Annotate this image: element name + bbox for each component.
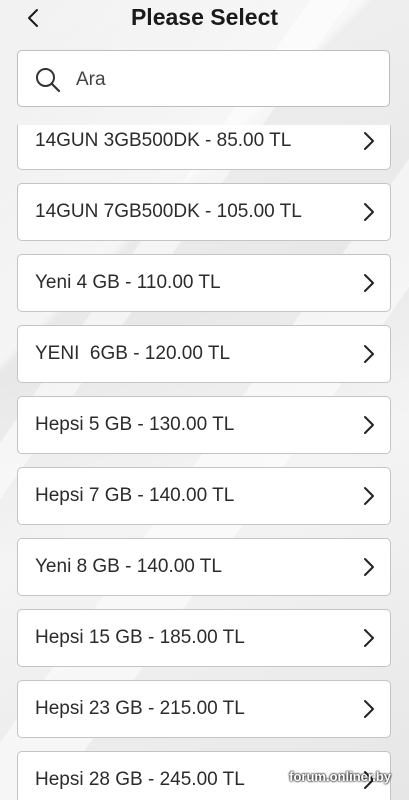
search-input[interactable] <box>74 59 378 101</box>
chevron-right-icon <box>364 558 374 576</box>
list-item[interactable]: Yeni 4 GB - 110.00 TL <box>17 254 391 312</box>
chevron-right-icon <box>364 416 374 434</box>
list-item-label: 14GUN 7GB500DK - 105.00 TL <box>35 201 302 222</box>
watermark: forum.onliner.by <box>289 769 391 784</box>
list-item-label: Hepsi 28 GB - 245.00 TL <box>35 769 245 790</box>
header: Please Select <box>0 0 409 40</box>
chevron-right-icon <box>364 487 374 505</box>
search-icon <box>36 68 61 93</box>
search-box[interactable] <box>17 50 390 107</box>
list-item-label: Hepsi 7 GB - 140.00 TL <box>35 485 235 506</box>
list-item[interactable]: Yeni 8 GB - 140.00 TL <box>17 538 391 596</box>
list-item-label: 14GUN 3GB500DK - 85.00 TL <box>35 130 292 151</box>
chevron-right-icon <box>364 629 374 647</box>
chevron-right-icon <box>364 700 374 718</box>
chevron-right-icon <box>364 203 374 221</box>
chevron-right-icon <box>364 132 374 150</box>
list-item[interactable]: YENI 6GB - 120.00 TL <box>17 325 391 383</box>
list-item[interactable]: Hepsi 15 GB - 185.00 TL <box>17 609 391 667</box>
list-item-label: Hepsi 15 GB - 185.00 TL <box>35 627 245 648</box>
list-item-label: YENI 6GB - 120.00 TL <box>35 343 231 364</box>
list-item-label: Yeni 8 GB - 140.00 TL <box>35 556 222 577</box>
list-item-label: Yeni 4 GB - 110.00 TL <box>35 272 221 293</box>
list-item[interactable]: Hepsi 23 GB - 215.00 TL <box>17 680 391 738</box>
list-item-label: Hepsi 23 GB - 215.00 TL <box>35 698 245 719</box>
list-item-label: Hepsi 5 GB - 130.00 TL <box>35 414 235 435</box>
chevron-right-icon <box>364 274 374 292</box>
list-item[interactable]: Hepsi 7 GB - 140.00 TL <box>17 467 391 525</box>
chevron-right-icon <box>364 345 374 363</box>
list-item[interactable]: 14GUN 3GB500DK - 85.00 TL <box>17 125 391 170</box>
page-title: Please Select <box>130 4 279 30</box>
list-item[interactable]: 14GUN 7GB500DK - 105.00 TL <box>17 183 391 241</box>
list-item[interactable]: Hepsi 5 GB - 130.00 TL <box>17 396 391 454</box>
package-list: 14GUN 3GB500DK - 85.00 TL 14GUN 7GB500DK… <box>0 125 409 800</box>
